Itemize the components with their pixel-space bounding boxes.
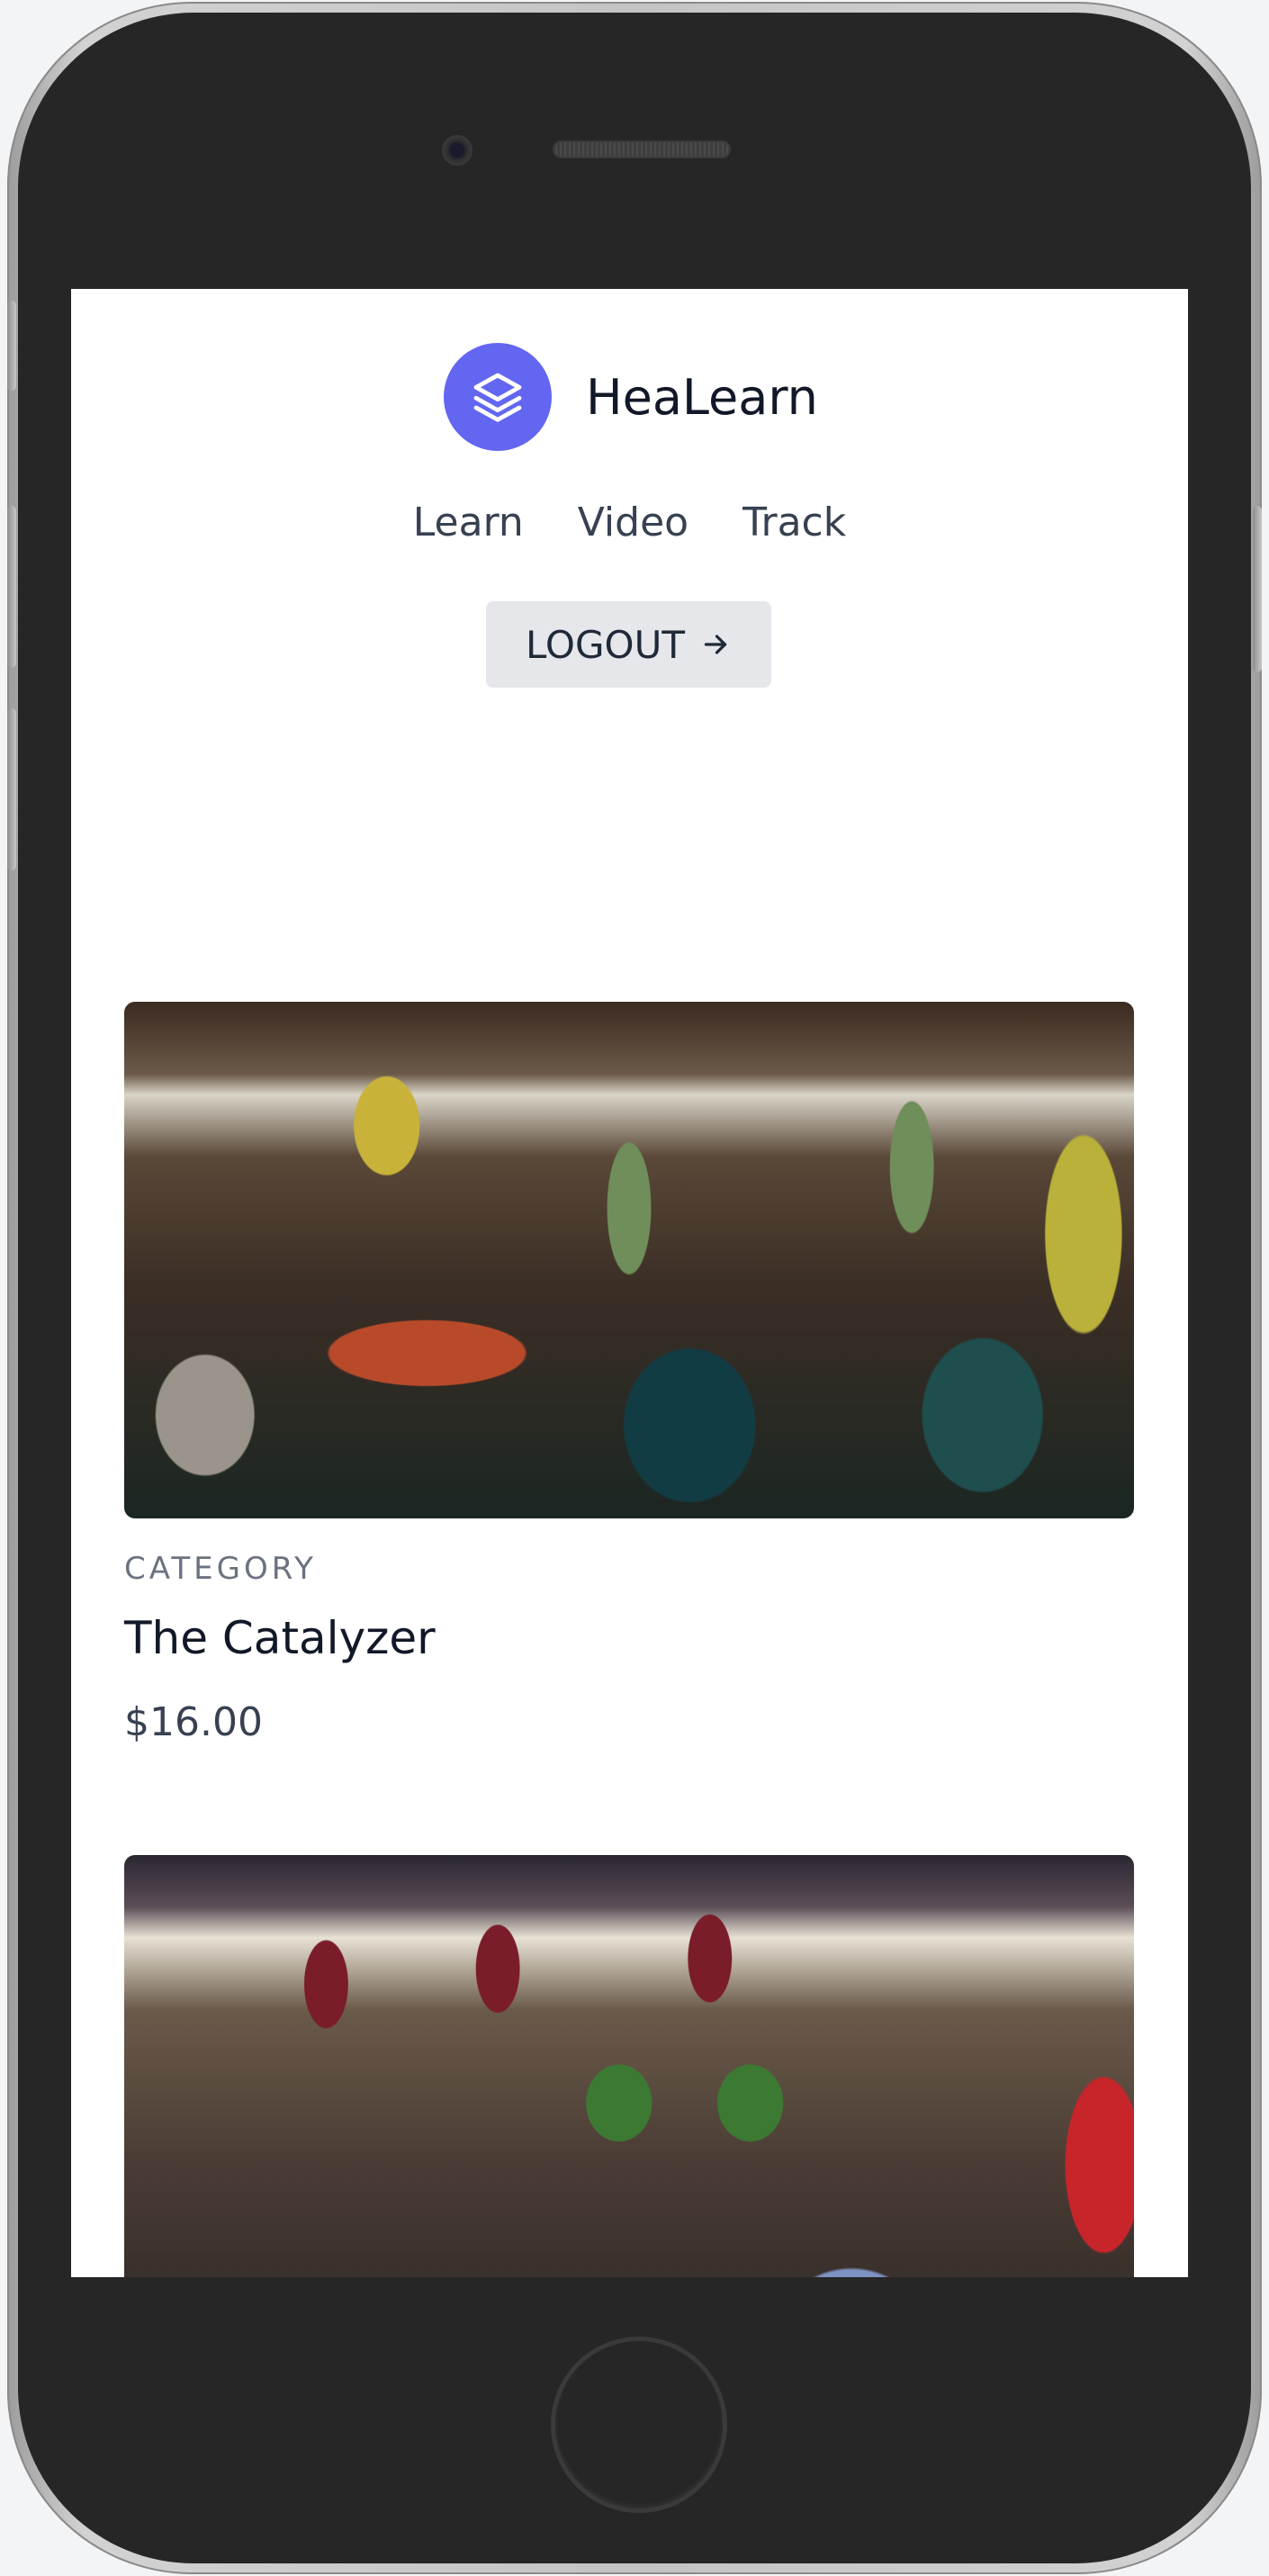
front-camera	[442, 135, 472, 166]
product-image[interactable]	[124, 1002, 1134, 1518]
brand[interactable]: HeaLearn	[444, 342, 818, 452]
product-image[interactable]	[124, 1855, 1134, 2277]
mute-switch	[7, 301, 16, 391]
volume-down-button	[7, 708, 16, 870]
logout-label: LOGOUT	[526, 622, 685, 667]
arrow-right-icon	[704, 635, 727, 654]
nav-link-video[interactable]: Video	[578, 500, 688, 545]
product-card[interactable]	[124, 1855, 1134, 2277]
volume-up-button	[7, 506, 16, 668]
nav-link-track[interactable]: Track	[742, 500, 846, 545]
product-category: CATEGORY	[124, 1551, 317, 1587]
home-button[interactable]	[551, 2337, 727, 2513]
stage: HeaLearn Learn Video Track LOGOUT CATEGO…	[0, 0, 1269, 2576]
brand-name: HeaLearn	[586, 368, 818, 426]
main-nav: Learn Video Track	[71, 500, 1188, 545]
earpiece-speaker	[553, 140, 731, 158]
screen: HeaLearn Learn Video Track LOGOUT CATEGO…	[71, 289, 1188, 2277]
product-card[interactable]: CATEGORY The Catalyzer $16.00	[124, 1002, 1134, 1745]
product-title[interactable]: The Catalyzer	[124, 1612, 436, 1664]
nav-link-learn[interactable]: Learn	[413, 500, 524, 545]
power-button	[1253, 506, 1262, 672]
logout-button[interactable]: LOGOUT	[486, 601, 771, 688]
stack-layers-icon	[444, 343, 552, 451]
product-price: $16.00	[124, 1699, 263, 1745]
